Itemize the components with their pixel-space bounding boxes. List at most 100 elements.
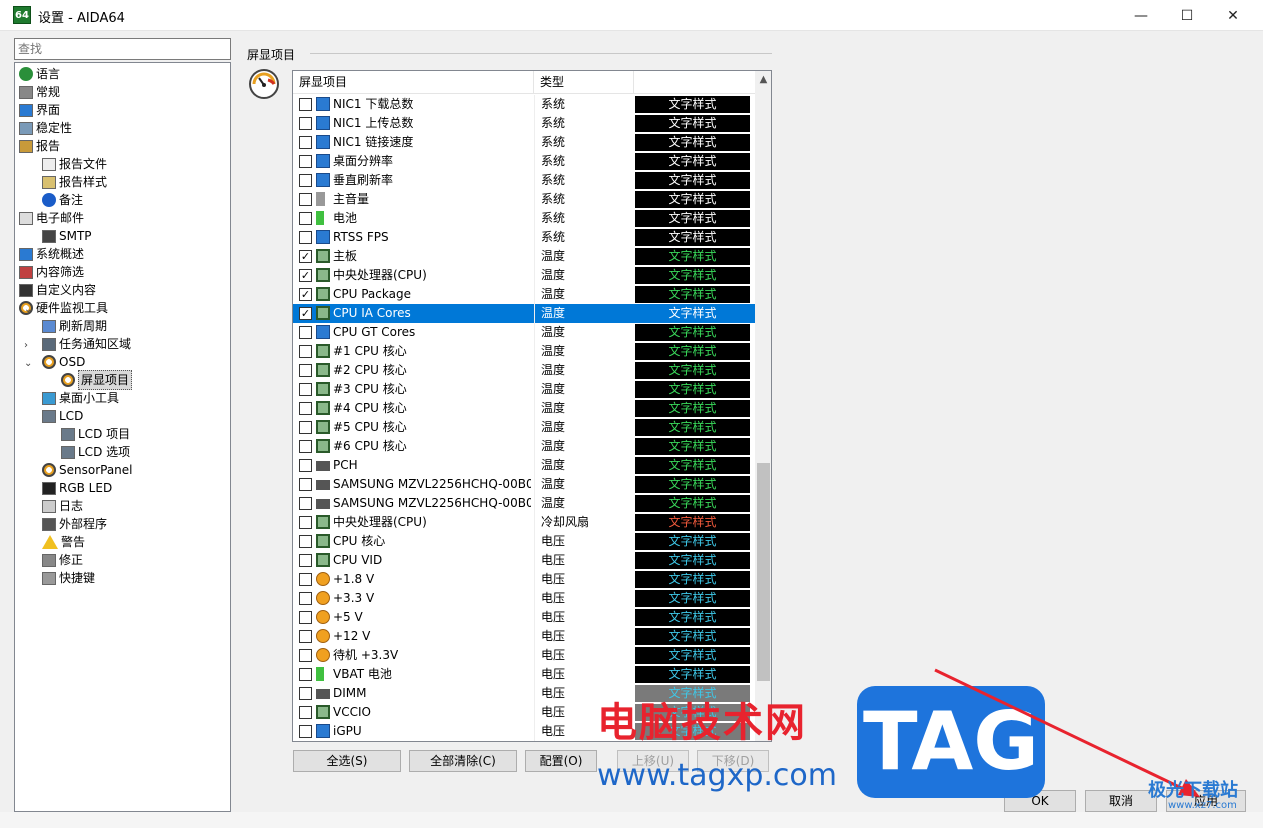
list-row[interactable]: 垂直刷新率 系统 文字样式 (293, 171, 755, 190)
tree-item-3[interactable]: 界面 (19, 101, 60, 119)
tree-item-28[interactable]: 修正 (42, 551, 83, 569)
row-style-preview[interactable]: 文字样式 (635, 96, 750, 113)
row-checkbox[interactable] (299, 136, 312, 149)
row-checkbox[interactable] (299, 535, 312, 548)
row-checkbox[interactable] (299, 155, 312, 168)
tree-item-12[interactable]: 内容筛选 (19, 263, 84, 281)
row-checkbox[interactable]: ✓ (299, 288, 312, 301)
row-checkbox[interactable] (299, 611, 312, 624)
row-style-preview[interactable]: 文字样式 (635, 647, 750, 664)
list-row[interactable]: VBAT 电池 电压 文字样式 (293, 665, 755, 684)
row-checkbox[interactable] (299, 231, 312, 244)
row-checkbox[interactable] (299, 212, 312, 225)
row-checkbox[interactable] (299, 326, 312, 339)
tree-item-6[interactable]: 报告文件 (42, 155, 107, 173)
list-row[interactable]: PCH 温度 文字样式 (293, 456, 755, 475)
row-style-preview[interactable]: 文字样式 (635, 305, 750, 322)
row-style-preview[interactable]: 文字样式 (635, 324, 750, 341)
list-row[interactable]: NIC1 下载总数 系统 文字样式 (293, 95, 755, 114)
tree-item-29[interactable]: 快捷键 (42, 569, 95, 587)
list-row[interactable]: #6 CPU 核心 温度 文字样式 (293, 437, 755, 456)
configure-button[interactable]: 配置(O) (525, 750, 597, 772)
row-checkbox[interactable] (299, 497, 312, 510)
minimize-button[interactable]: — (1118, 0, 1164, 31)
tree-item-22[interactable]: LCD 选项 (61, 443, 130, 461)
row-checkbox[interactable] (299, 573, 312, 586)
tree-item-4[interactable]: 稳定性 (19, 119, 72, 137)
row-style-preview[interactable]: 文字样式 (635, 362, 750, 379)
collapse-arrow-icon[interactable]: ⌄ (24, 304, 34, 315)
row-style-preview[interactable]: 文字样式 (635, 514, 750, 531)
list-row[interactable]: NIC1 上传总数 系统 文字样式 (293, 114, 755, 133)
list-row[interactable]: 中央处理器(CPU) 冷却风扇 文字样式 (293, 513, 755, 532)
row-style-preview[interactable]: 文字样式 (635, 229, 750, 246)
list-row[interactable]: ✓ 中央处理器(CPU) 温度 文字样式 (293, 266, 755, 285)
row-checkbox[interactable] (299, 554, 312, 567)
tree-item-9[interactable]: 电子邮件 (19, 209, 84, 227)
tree-item-8[interactable]: 备注 (42, 191, 83, 209)
select-all-button[interactable]: 全选(S) (293, 750, 401, 772)
tree-item-26[interactable]: 外部程序 (42, 515, 107, 533)
row-checkbox[interactable]: ✓ (299, 307, 312, 320)
tree-item-20[interactable]: LCD (42, 407, 83, 425)
row-checkbox[interactable] (299, 687, 312, 700)
row-checkbox[interactable] (299, 98, 312, 111)
row-checkbox[interactable] (299, 402, 312, 415)
row-style-preview[interactable]: 文字样式 (635, 628, 750, 645)
row-style-preview[interactable]: 文字样式 (635, 191, 750, 208)
row-style-preview[interactable]: 文字样式 (635, 172, 750, 189)
row-style-preview[interactable]: 文字样式 (635, 457, 750, 474)
close-button[interactable]: ✕ (1210, 0, 1256, 31)
row-checkbox[interactable] (299, 725, 312, 738)
list-row[interactable]: +1.8 V 电压 文字样式 (293, 570, 755, 589)
list-row[interactable]: 桌面分辨率 系统 文字样式 (293, 152, 755, 171)
row-checkbox[interactable]: ✓ (299, 269, 312, 282)
row-style-preview[interactable]: 文字样式 (635, 115, 750, 132)
list-row[interactable]: SAMSUNG MZVL2256HCHQ-00B00 温度 文字样式 (293, 494, 755, 513)
tree-item-24[interactable]: RGB LED (42, 479, 112, 497)
row-checkbox[interactable] (299, 421, 312, 434)
list-row[interactable]: #4 CPU 核心 温度 文字样式 (293, 399, 755, 418)
list-row[interactable]: 主音量 系统 文字样式 (293, 190, 755, 209)
clear-all-button[interactable]: 全部清除(C) (409, 750, 517, 772)
row-style-preview[interactable]: 文字样式 (635, 400, 750, 417)
row-style-preview[interactable]: 文字样式 (635, 666, 750, 683)
row-checkbox[interactable] (299, 630, 312, 643)
row-checkbox[interactable] (299, 440, 312, 453)
tree-item-7[interactable]: 报告样式 (42, 173, 107, 191)
column-header-style[interactable] (634, 71, 755, 94)
column-header-type[interactable]: 类型 (534, 71, 634, 94)
row-checkbox[interactable] (299, 345, 312, 358)
row-style-preview[interactable]: 文字样式 (635, 438, 750, 455)
row-style-preview[interactable]: 文字样式 (635, 381, 750, 398)
row-style-preview[interactable]: 文字样式 (635, 134, 750, 151)
list-row[interactable]: SAMSUNG MZVL2256HCHQ-00B00 温度 文字样式 (293, 475, 755, 494)
row-style-preview[interactable]: 文字样式 (635, 571, 750, 588)
maximize-button[interactable]: ☐ (1164, 0, 1210, 31)
row-style-preview[interactable]: 文字样式 (635, 590, 750, 607)
list-row[interactable]: NIC1 链接速度 系统 文字样式 (293, 133, 755, 152)
tree-item-16[interactable]: 任务通知区域 (42, 335, 131, 353)
list-row[interactable]: ✓ 主板 温度 文字样式 (293, 247, 755, 266)
vertical-scrollbar[interactable]: ▲ (755, 71, 771, 741)
list-row[interactable]: CPU GT Cores 温度 文字样式 (293, 323, 755, 342)
row-checkbox[interactable] (299, 459, 312, 472)
list-row[interactable]: 电池 系统 文字样式 (293, 209, 755, 228)
row-style-preview[interactable]: 文字样式 (635, 552, 750, 569)
tree-item-27[interactable]: 警告 (42, 533, 85, 551)
row-checkbox[interactable] (299, 706, 312, 719)
row-style-preview[interactable]: 文字样式 (635, 153, 750, 170)
tree-item-2[interactable]: 常规 (19, 83, 60, 101)
row-style-preview[interactable]: 文字样式 (635, 248, 750, 265)
row-style-preview[interactable]: 文字样式 (635, 343, 750, 360)
tree-item-15[interactable]: 刷新周期 (42, 317, 107, 335)
collapse-arrow-icon[interactable]: ⌄ (24, 358, 34, 369)
list-row[interactable]: #5 CPU 核心 温度 文字样式 (293, 418, 755, 437)
scroll-up-arrow-icon[interactable]: ▲ (755, 71, 771, 88)
tree-item-21[interactable]: LCD 项目 (61, 425, 130, 443)
tree-item-23[interactable]: SensorPanel (42, 461, 133, 479)
row-style-preview[interactable]: 文字样式 (635, 267, 750, 284)
tree-item-10[interactable]: SMTP (42, 227, 92, 245)
row-checkbox[interactable] (299, 364, 312, 377)
row-checkbox[interactable] (299, 668, 312, 681)
